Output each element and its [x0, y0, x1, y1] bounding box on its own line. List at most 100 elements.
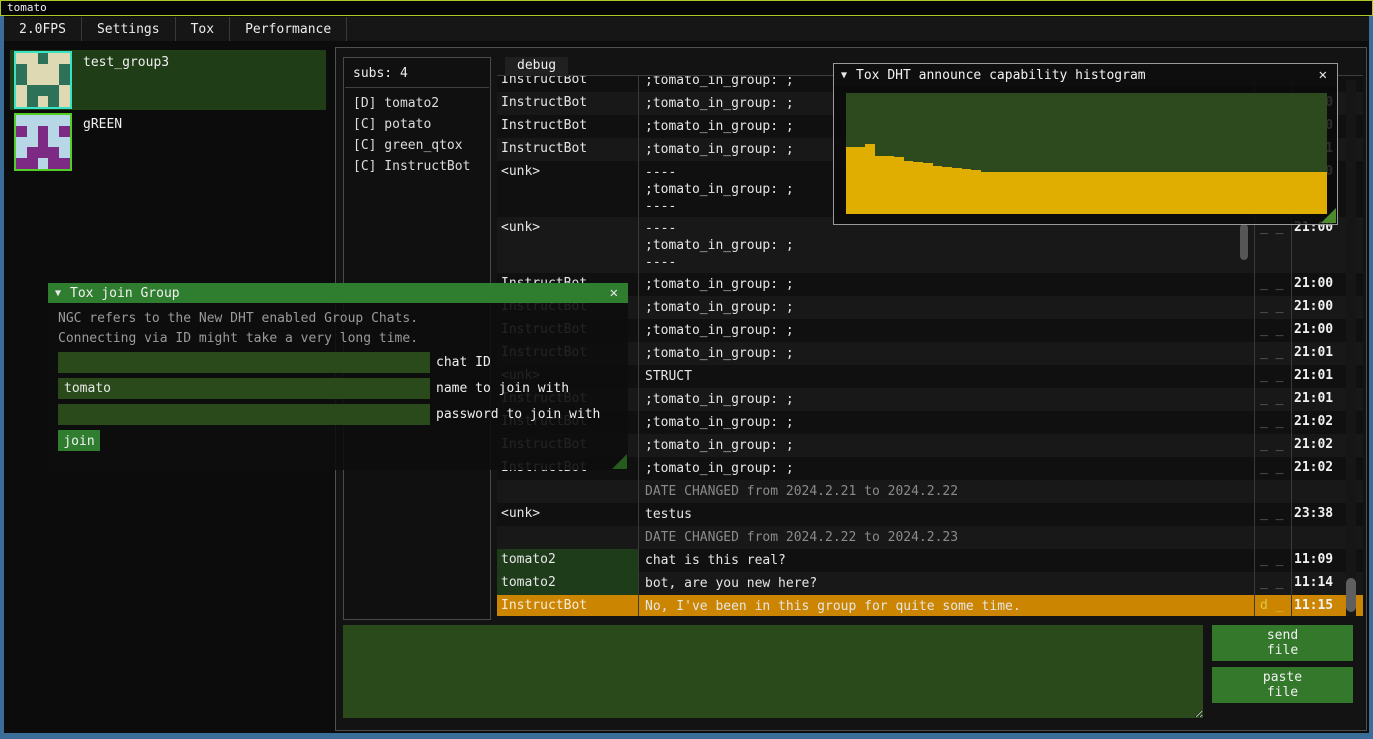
dht-histogram-title: Tox DHT announce capability histogram [856, 68, 1146, 83]
message-text: chat is this real? [638, 549, 1254, 572]
histogram-bar [952, 168, 962, 214]
avatar-pixel [48, 96, 59, 107]
message-text: ;tomato_in_group: ; [638, 342, 1254, 365]
close-icon[interactable]: ✕ [607, 285, 621, 301]
avatar-pixel [59, 126, 70, 137]
avatar-pixel [38, 85, 49, 96]
menu-item-performance[interactable]: Performance [230, 17, 346, 41]
histogram-bar [1260, 172, 1270, 214]
chat-id-label: chat ID [436, 355, 491, 370]
histogram-bar [1010, 172, 1020, 214]
avatar-pixel [16, 158, 27, 169]
histogram-bar [885, 156, 895, 214]
sender-name: <unk> [497, 161, 638, 217]
join-group-titlebar[interactable]: ▼ Tox join Group ✕ [48, 283, 628, 303]
histogram-bar [1279, 172, 1289, 214]
collapse-arrow-icon[interactable]: ▼ [55, 288, 61, 299]
screen-border [1369, 16, 1373, 739]
avatar-pixel [38, 137, 49, 148]
message-text: ;tomato_in_group: ; [638, 457, 1254, 480]
histogram-bar [1000, 172, 1010, 214]
menu-item-tox[interactable]: Tox [176, 17, 229, 41]
histogram-bar [1125, 172, 1135, 214]
avatar-pixel [27, 126, 38, 137]
timestamp: 21:02 [1291, 411, 1341, 434]
message-input[interactable] [343, 625, 1203, 718]
avatar-pixel [27, 85, 38, 96]
avatar-pixel [16, 53, 27, 64]
histogram-bar [1212, 172, 1222, 214]
message-text: ;tomato_in_group: ; [638, 319, 1254, 342]
avatar-pixel [38, 115, 49, 126]
member-item-InstructBot[interactable]: [C] InstructBot [344, 156, 490, 177]
dht-histogram-titlebar[interactable]: ▼ Tox DHT announce capability histogram … [834, 64, 1337, 86]
message-column-scrollbar-thumb[interactable] [1240, 224, 1248, 260]
chat-message-row[interactable]: tomato2bot, are you new here?_ _11:14 [497, 572, 1363, 595]
chat-id-field[interactable] [58, 352, 430, 373]
sender-name: InstructBot [497, 92, 638, 115]
avatar-pixel [38, 126, 49, 137]
chat-column-separator [638, 69, 639, 616]
chat-scrollbar-track[interactable] [1346, 80, 1356, 616]
send-file-button[interactable]: send file [1212, 625, 1353, 661]
receipt-marks [1254, 480, 1291, 503]
histogram-bar [1183, 172, 1193, 214]
avatar-pixel [27, 137, 38, 148]
fps-indicator: 2.0FPS [4, 17, 81, 41]
histogram-bar [1077, 172, 1087, 214]
sender-name: <unk> [497, 503, 638, 526]
collapse-arrow-icon[interactable]: ▼ [841, 70, 847, 81]
histogram-bar [962, 169, 972, 214]
avatar-pixel [27, 147, 38, 158]
window-title: tomato [7, 1, 47, 14]
histogram-bar [1298, 172, 1308, 214]
chat-message-row[interactable]: InstructBotNo, I've been in this group f… [497, 595, 1363, 616]
avatar-pixel [27, 75, 38, 86]
chat-scrollbar-thumb[interactable] [1346, 578, 1356, 612]
join-name-label: name to join with [436, 381, 569, 396]
receipt-marks: _ _ [1254, 572, 1291, 595]
join-name-field[interactable] [58, 378, 430, 399]
tab-debug[interactable]: debug [505, 57, 568, 76]
message-text: DATE CHANGED from 2024.2.22 to 2024.2.23 [638, 526, 1254, 549]
system-row[interactable]: DATE CHANGED from 2024.2.22 to 2024.2.23 [497, 526, 1363, 549]
avatar-pixel [38, 53, 49, 64]
sender-name: tomato2 [497, 572, 638, 595]
resize-grip[interactable] [612, 454, 627, 469]
join-info-line: NGC refers to the New DHT enabled Group … [58, 311, 418, 326]
receipt-marks: _ _ [1254, 217, 1291, 273]
receipt-marks: _ _ [1254, 342, 1291, 365]
close-icon[interactable]: ✕ [1316, 67, 1330, 83]
join-password-label: password to join with [436, 407, 600, 422]
window-titlebar: tomato [0, 0, 1373, 16]
member-item-potato[interactable]: [C] potato [344, 114, 490, 135]
avatar-pixel [59, 64, 70, 75]
avatar-pixel [48, 75, 59, 86]
group-avatar [14, 51, 72, 109]
avatar-pixel [27, 158, 38, 169]
histogram-bar [990, 172, 1000, 214]
histogram-bar [1087, 172, 1097, 214]
sidebar-group-gREEN[interactable]: gREEN [10, 112, 326, 172]
avatar-pixel [59, 147, 70, 158]
resize-grip[interactable] [1321, 208, 1336, 223]
timestamp: 11:14 [1291, 572, 1341, 595]
members-list: [D] tomato2[C] potato[C] green_qtox[C] I… [344, 93, 490, 177]
join-button[interactable]: join [58, 430, 100, 451]
screen-border [0, 16, 4, 739]
avatar-pixel [27, 115, 38, 126]
menu-item-settings[interactable]: Settings [82, 17, 175, 41]
member-item-green_qtox[interactable]: [C] green_qtox [344, 135, 490, 156]
chat-message-row[interactable]: tomato2chat is this real?_ _11:09 [497, 549, 1363, 572]
join-password-field[interactable] [58, 404, 430, 425]
system-row[interactable]: DATE CHANGED from 2024.2.21 to 2024.2.22 [497, 480, 1363, 503]
member-item-tomato2[interactable]: [D] tomato2 [344, 93, 490, 114]
chat-message-row[interactable]: <unk>testus_ _23:38 [497, 503, 1363, 526]
histogram-bar [942, 167, 952, 214]
avatar-pixel [38, 158, 49, 169]
histogram-bar [1193, 172, 1203, 214]
paste-file-button[interactable]: paste file [1212, 667, 1353, 703]
sidebar-group-test_group3[interactable]: test_group3 [10, 50, 326, 110]
histogram-bar [1164, 172, 1174, 214]
chat-message-row[interactable]: <unk>---- ;tomato_in_group: ; ----_ _21:… [497, 217, 1363, 273]
